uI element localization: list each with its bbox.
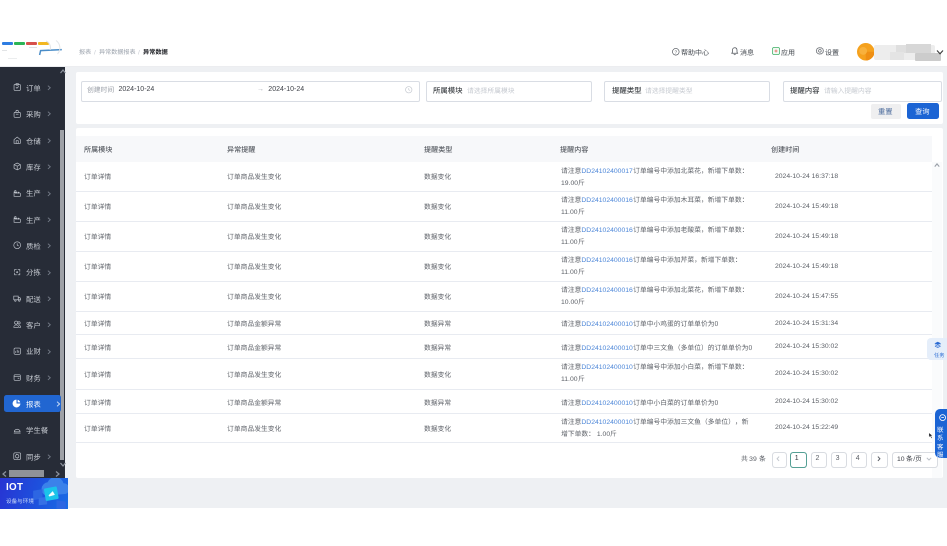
svg-text:?: ? bbox=[674, 49, 677, 55]
